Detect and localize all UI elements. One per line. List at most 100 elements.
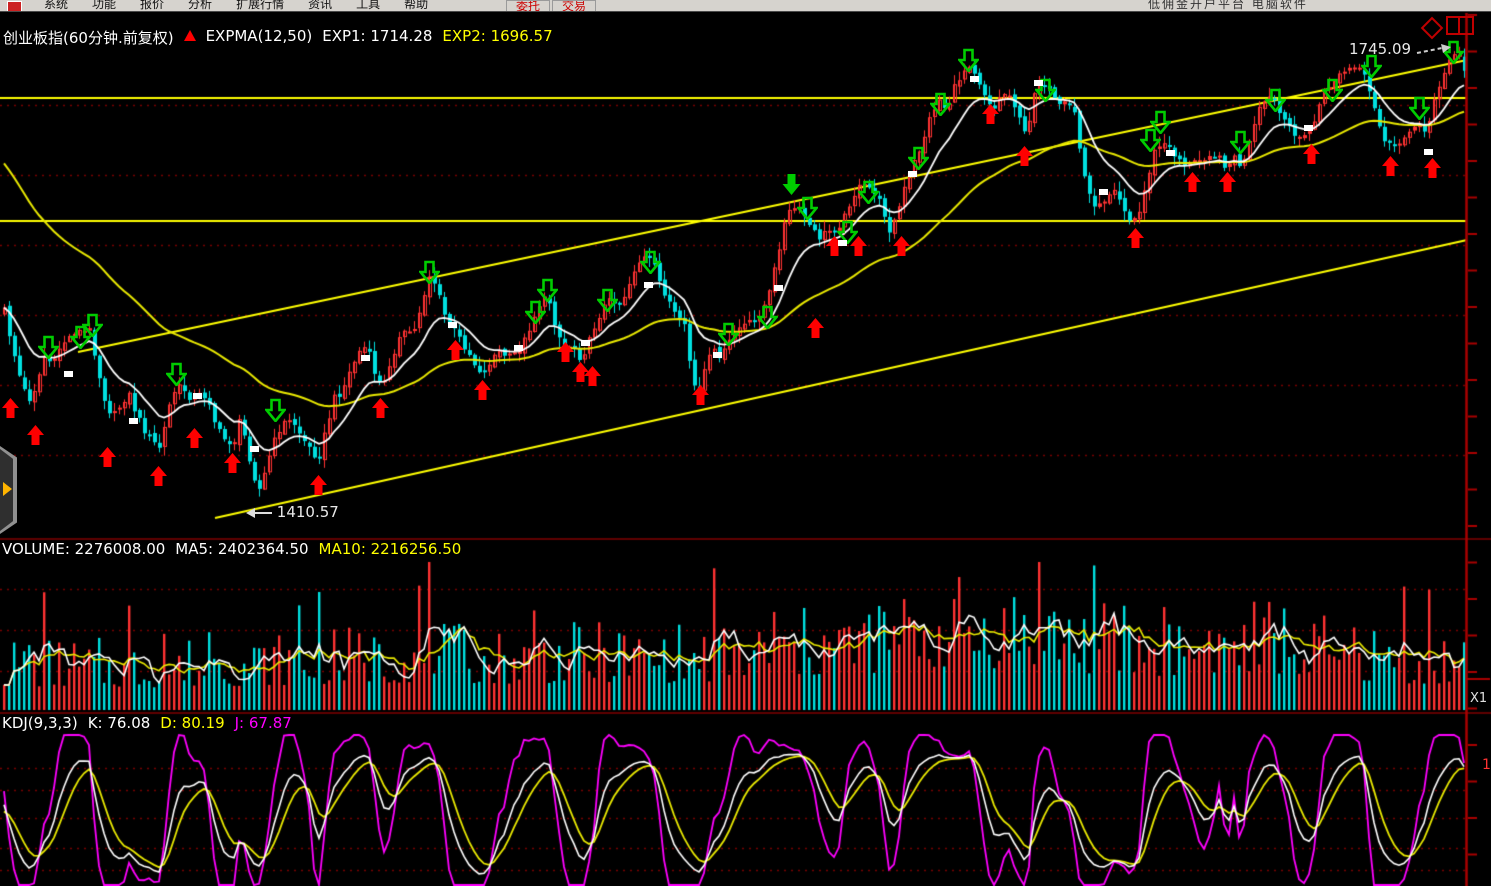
white-bar-marker: [250, 446, 259, 452]
buy-signal-arrow: [371, 398, 390, 419]
titlebar: 系统 功能 报价 分析 扩展行情 资讯 工具 帮助 低佣金开户平台 电脑软件 委托交易: [0, 0, 1491, 12]
buy-signal-arrow: [149, 466, 168, 487]
white-bar-marker: [1424, 149, 1433, 155]
sell-signal-arrow: [1409, 96, 1430, 120]
buy-signal-arrow: [1381, 156, 1400, 177]
kdj-d-value: D: 80.19: [160, 714, 224, 732]
white-bar-marker: [129, 418, 138, 424]
kdj-k-value: K: 76.08: [88, 714, 151, 732]
menu-item-4[interactable]: 扩展行情: [236, 0, 284, 12]
app-logo-icon: [7, 1, 22, 12]
sell-signal-arrow: [1150, 110, 1171, 134]
white-bar-marker: [193, 393, 202, 399]
kdj-j-value: J: 67.87: [235, 714, 292, 732]
volume-scale-label: X1: [1470, 691, 1487, 706]
sell-signal-arrow: [82, 313, 103, 337]
trading-app-window: 系统 功能 报价 分析 扩展行情 资讯 工具 帮助 低佣金开户平台 电脑软件 委托交易 创业板…: [0, 0, 1491, 886]
menu-item-1[interactable]: 功能: [92, 0, 116, 12]
chart-title[interactable]: 创业板指(60分钟.前复权): [3, 27, 174, 48]
buy-signal-arrow: [892, 236, 911, 257]
buy-signal-arrow: [446, 340, 465, 361]
menu-item-0[interactable]: 系统: [44, 0, 68, 12]
volume-ma10: MA10: 2216256.50: [319, 540, 462, 558]
titlebar-right-text: 低佣金开户平台 电脑软件: [1148, 0, 1308, 12]
buy-signal-arrow: [26, 425, 45, 446]
white-bar-marker: [1304, 125, 1313, 131]
broker-button-1[interactable]: 交易: [552, 0, 596, 12]
sell-signal-arrow: [797, 196, 818, 220]
menu-item-5[interactable]: 资讯: [308, 0, 332, 12]
buy-signal-arrow: [691, 385, 710, 406]
exp2-value: EXP2: 1696.57: [442, 27, 552, 48]
sell-signal-arrow: [419, 260, 440, 284]
menu-item-7[interactable]: 帮助: [404, 0, 428, 12]
white-bar-marker: [970, 76, 979, 82]
kdj-header: KDJ(9,3,3) K: 76.08 D: 80.19 J: 67.87: [2, 714, 292, 732]
expand-right-arrow-icon: [3, 482, 12, 496]
sidebar-flyout-tab[interactable]: [0, 446, 17, 534]
volume-ma5: MA5: 2402364.50: [175, 540, 308, 558]
buy-signal-arrow: [1015, 146, 1034, 167]
white-bar-marker: [644, 282, 653, 288]
high-price-annotation: 1745.09: [1349, 40, 1452, 58]
white-bar-marker: [1034, 80, 1043, 86]
sell-signal-arrow: [38, 335, 59, 359]
white-bar-marker: [774, 285, 783, 291]
low-price-annotation: 1410.57: [246, 503, 339, 521]
white-bar-marker: [581, 340, 590, 346]
kdj-axis-label: 100: [1482, 757, 1491, 773]
buy-signal-arrow: [981, 104, 1000, 125]
buy-signal-arrow: [185, 428, 204, 449]
buy-signal-arrow: [473, 380, 492, 401]
white-bar-marker: [713, 352, 722, 358]
sell-signal-arrow: [757, 305, 778, 329]
sell-signal-arrow: [166, 362, 187, 386]
broker-button-0[interactable]: 委托: [506, 0, 550, 12]
buy-signal-arrow: [309, 475, 328, 496]
sell-signal-arrow: [1322, 78, 1343, 102]
menu-item-2[interactable]: 报价: [140, 0, 164, 12]
red-up-arrow-icon: [184, 30, 196, 41]
indicator-label[interactable]: EXPMA(12,50): [206, 27, 313, 48]
sell-signal-arrow-solid: [781, 172, 802, 196]
white-bar-marker: [514, 345, 523, 351]
buy-signal-arrow: [556, 342, 575, 363]
buy-signal-arrow: [223, 453, 242, 474]
buy-signal-arrow: [1302, 144, 1321, 165]
buy-signal-arrow: [1126, 228, 1145, 249]
sell-signal-arrow: [908, 146, 929, 170]
white-bar-marker: [1099, 189, 1108, 195]
kdj-params[interactable]: KDJ(9,3,3): [2, 714, 78, 732]
menu-bar: 系统 功能 报价 分析 扩展行情 资讯 工具 帮助: [44, 0, 428, 12]
sell-signal-arrow: [1265, 88, 1286, 112]
buy-signal-arrow: [1183, 172, 1202, 193]
sell-signal-arrow: [525, 300, 546, 324]
white-bar-marker: [838, 240, 847, 246]
sell-signal-arrow: [718, 322, 739, 346]
menu-item-3[interactable]: 分析: [188, 0, 212, 12]
main-chart-header: 创业板指(60分钟.前复权) EXPMA(12,50) EXP1: 1714.2…: [3, 27, 553, 48]
menu-item-6[interactable]: 工具: [356, 0, 380, 12]
sell-signal-arrow: [640, 250, 661, 274]
buy-signal-arrow: [806, 318, 825, 339]
dashed-arrow-icon: [1416, 43, 1452, 57]
white-bar-marker: [448, 322, 457, 328]
sell-signal-arrow: [597, 288, 618, 312]
buy-signal-arrow: [98, 447, 117, 468]
white-bar-marker: [1166, 150, 1175, 156]
buy-signal-arrow: [583, 366, 602, 387]
exp1-value: EXP1: 1714.28: [322, 27, 432, 48]
buy-signal-arrow: [1423, 158, 1442, 179]
chart-canvas[interactable]: [0, 0, 1491, 886]
white-bar-marker: [64, 371, 73, 377]
sell-signal-arrow: [265, 398, 286, 422]
sell-signal-arrow: [958, 48, 979, 72]
white-bar-marker: [361, 355, 370, 361]
sell-signal-arrow: [930, 92, 951, 116]
buy-signal-arrow: [1218, 172, 1237, 193]
sell-signal-arrow: [537, 278, 558, 302]
volume-value[interactable]: VOLUME: 2276008.00: [2, 540, 165, 558]
sell-signal-arrow: [858, 180, 879, 204]
squares-marker-icon[interactable]: [1446, 16, 1474, 35]
left-arrow-icon: [246, 507, 272, 519]
